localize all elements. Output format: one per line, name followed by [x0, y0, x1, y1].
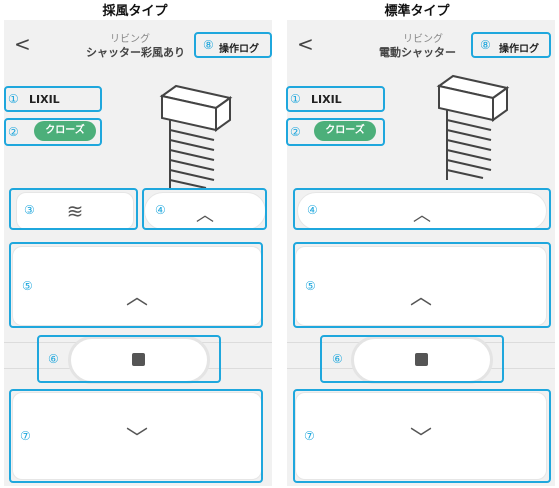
- marker-2: ②: [290, 125, 301, 139]
- shutter-illustration: [436, 74, 510, 180]
- room-subtitle: リビング: [403, 34, 443, 45]
- marker-7: ⑦: [20, 429, 31, 443]
- back-icon[interactable]: <: [14, 34, 31, 54]
- highlight-5: [293, 242, 551, 328]
- highlight-2: [286, 118, 385, 146]
- device-title: 電動シャッター: [379, 46, 456, 59]
- caption-saifu-type: 採風タイプ: [102, 4, 168, 19]
- highlight-6: [320, 335, 504, 383]
- marker-8: ⑧: [203, 38, 214, 52]
- marker-8: ⑧: [480, 38, 491, 52]
- back-icon[interactable]: <: [297, 34, 314, 54]
- marker-1: ①: [290, 92, 301, 106]
- marker-6: ⑥: [332, 352, 343, 366]
- highlight-5: [9, 242, 263, 328]
- marker-5: ⑤: [22, 279, 33, 293]
- highlight-6: [37, 335, 221, 383]
- marker-4: ④: [155, 203, 166, 217]
- marker-3: ③: [24, 203, 35, 217]
- shutter-illustration: [159, 84, 233, 190]
- marker-4: ④: [307, 203, 318, 217]
- marker-6: ⑥: [48, 352, 59, 366]
- highlight-7: [293, 389, 551, 483]
- highlight-1: [286, 86, 385, 112]
- room-subtitle: リビング: [110, 34, 150, 45]
- highlight-4: [293, 188, 551, 230]
- caption-standard-type: 標準タイプ: [384, 4, 450, 19]
- marker-2: ②: [8, 125, 19, 139]
- marker-1: ①: [8, 92, 19, 106]
- device-title: シャッター彩風あり: [86, 46, 185, 59]
- marker-7: ⑦: [304, 429, 315, 443]
- marker-5: ⑤: [305, 279, 316, 293]
- highlight-7: [9, 389, 263, 483]
